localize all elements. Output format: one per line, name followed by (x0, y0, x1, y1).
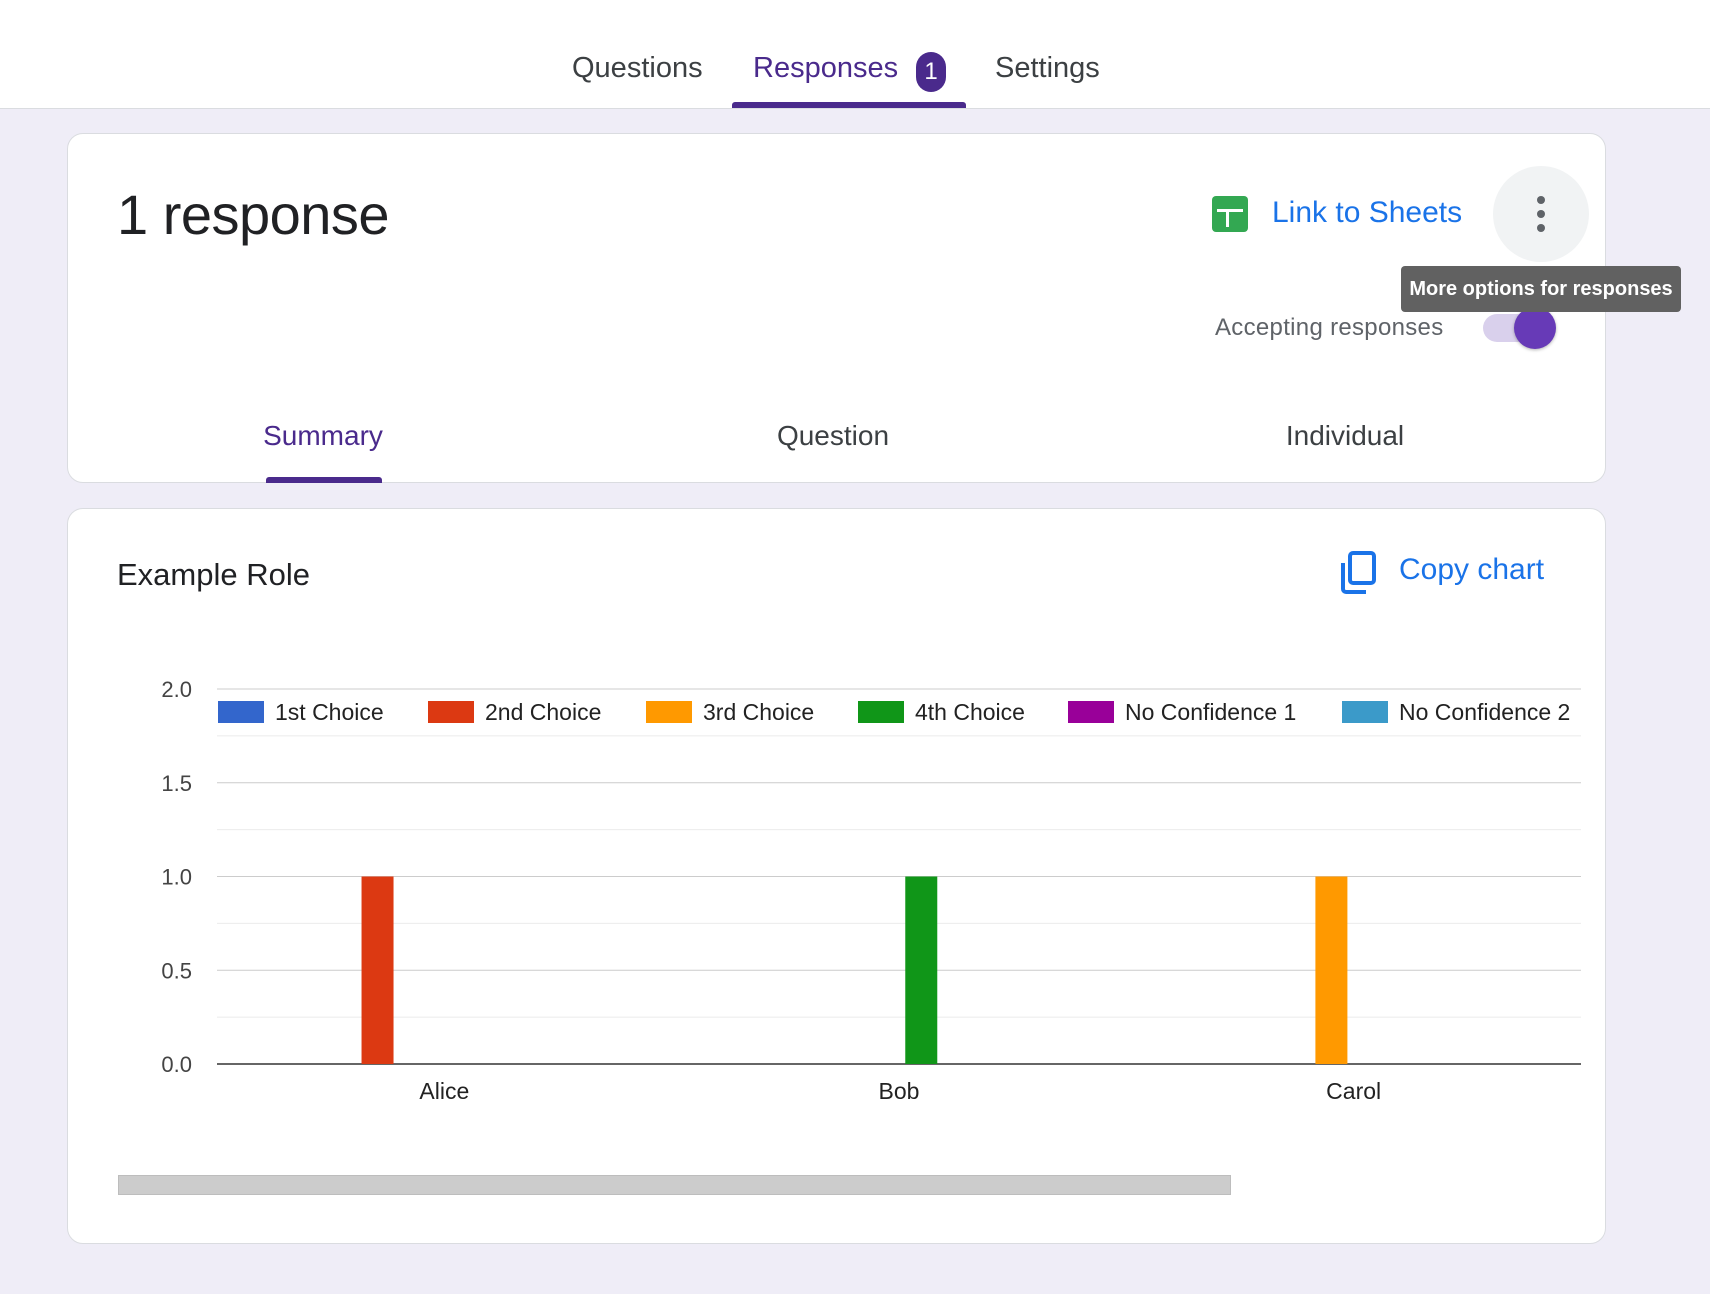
more-options-button[interactable] (1493, 166, 1589, 262)
legend-label: No Confidence 1 (1125, 699, 1296, 725)
legend-label: 2nd Choice (485, 699, 601, 725)
legend-label: No Confidence 2 (1399, 699, 1570, 725)
bar (1315, 876, 1348, 1064)
bar (905, 876, 938, 1064)
x-category-label: Carol (1326, 1078, 1381, 1104)
top-nav-bar: Questions Responses 1 Settings (0, 0, 1710, 109)
y-tick-label: 0.5 (161, 958, 192, 983)
link-to-sheets-button[interactable]: Link to Sheets (1272, 196, 1462, 230)
responses-count-badge: 1 (916, 52, 946, 92)
question-chart-card: Example Role Copy chart 0.0 0.5 1.0 1.5 2.0 1… (67, 508, 1606, 1244)
legend-label: 3rd Choice (703, 699, 814, 725)
x-category-label: Alice (419, 1078, 469, 1104)
legend-label: 1st Choice (275, 699, 384, 725)
legend-swatch (428, 701, 474, 723)
response-count-title: 1 response (117, 183, 390, 246)
y-tick-label: 0.0 (161, 1052, 192, 1077)
accepting-responses-label: Accepting responses (1215, 314, 1444, 341)
legend-swatch (218, 701, 264, 723)
tab-responses[interactable]: Responses (753, 52, 898, 85)
responses-summary-card: 1 response Link to Sheets Accepting resp… (67, 133, 1606, 483)
chart-horizontal-scrollbar[interactable] (118, 1175, 1231, 1195)
toggle-thumb[interactable] (1514, 307, 1556, 349)
y-tick-label: 1.5 (161, 771, 192, 796)
y-tick-label: 2.0 (161, 677, 192, 702)
legend-swatch (646, 701, 692, 723)
tab-questions[interactable]: Questions (572, 52, 703, 85)
subtab-individual[interactable]: Individual (1220, 420, 1470, 452)
y-tick-label: 1.0 (161, 865, 192, 890)
legend-swatch (858, 701, 904, 723)
subtab-question[interactable]: Question (708, 420, 958, 452)
more-options-tooltip: More options for responses (1401, 266, 1681, 312)
sheets-icon[interactable] (1212, 196, 1248, 232)
x-category-label: Bob (879, 1078, 920, 1104)
legend-swatch (1068, 701, 1114, 723)
subtab-summary[interactable]: Summary (198, 420, 448, 452)
legend-label: 4th Choice (915, 699, 1025, 725)
legend-swatch (1342, 701, 1388, 723)
subtab-active-indicator (266, 477, 382, 483)
bar-chart: 0.0 0.5 1.0 1.5 2.0 1st Choice 2nd Choice 3rd C… (161, 677, 1581, 1104)
active-tab-indicator (732, 102, 966, 108)
bar (361, 876, 394, 1064)
tab-settings[interactable]: Settings (995, 52, 1100, 85)
